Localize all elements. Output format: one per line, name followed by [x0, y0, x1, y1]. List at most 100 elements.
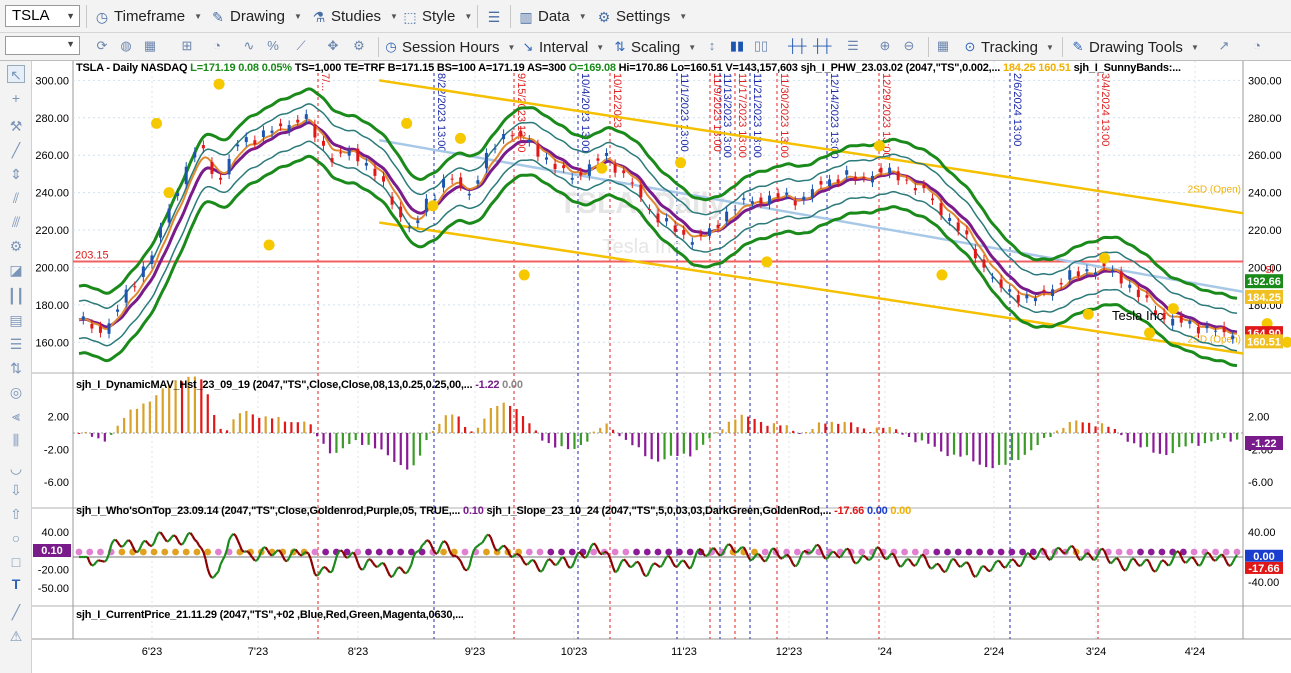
channel-icon[interactable]: ⫽	[7, 189, 25, 207]
chevron-down-icon[interactable]: ▼	[66, 39, 75, 49]
whos-on-top-dot	[375, 548, 383, 556]
chevron-down-icon[interactable]: ▼	[66, 7, 75, 25]
low: Lo=160.51	[670, 62, 723, 74]
candle-body	[442, 178, 446, 188]
histogram-bar	[90, 433, 94, 437]
arrow-up-icon[interactable]: ⇧	[7, 505, 25, 523]
slope-segment	[794, 563, 799, 568]
ellipse-icon[interactable]: ○	[7, 529, 25, 547]
speed-icon[interactable]: ⫷	[7, 407, 25, 425]
timeframe-menu[interactable]: ◷ Timeframe ▼	[94, 4, 202, 29]
text-tool-icon[interactable]: T	[7, 575, 25, 593]
rectangle-icon[interactable]: □	[7, 553, 25, 571]
gear-icon[interactable]: ⚙	[7, 237, 25, 255]
histogram-bar	[1107, 426, 1110, 433]
candle-body	[424, 198, 428, 212]
slope-segment	[1184, 560, 1189, 564]
split-icon[interactable]: ☰	[844, 37, 862, 55]
slope-segment	[959, 564, 964, 568]
whos-on-top-dot	[783, 548, 791, 556]
list-icon[interactable]: ☰	[7, 335, 25, 353]
toolbar-divider	[477, 5, 478, 28]
slope-segment	[1041, 547, 1045, 552]
histogram-bar	[502, 402, 505, 433]
pct-change: 0.05%	[261, 62, 292, 74]
slope-segment	[1139, 562, 1144, 567]
arrow-down-icon[interactable]: ⇩	[7, 481, 25, 499]
histogram-bar	[547, 433, 550, 444]
chart-settings-icon[interactable]: ◔	[1248, 37, 1266, 55]
zoom-in-icon[interactable]: ⊕	[876, 37, 894, 55]
settings-menu[interactable]: ⚙ Settings ▼	[596, 4, 687, 29]
wrench-icon[interactable]: ⚒	[7, 117, 25, 135]
pitchfork-icon[interactable]: ⫻	[7, 213, 25, 231]
zoom-out-icon[interactable]: ⊖	[900, 37, 918, 55]
histogram-bar	[161, 388, 164, 433]
slope-segment	[601, 551, 606, 555]
speedometer-icon[interactable]: ◔	[208, 37, 226, 55]
wave-icon[interactable]: ∿	[240, 37, 258, 55]
pencil-icon: ✎	[212, 8, 224, 25]
candle-body	[862, 177, 866, 179]
alert-icon[interactable]: ⚠	[7, 627, 25, 645]
percent-icon[interactable]: %	[264, 37, 282, 55]
candle-body	[484, 152, 488, 169]
pointer-icon[interactable]: ↖	[7, 65, 25, 83]
bars-icon[interactable]: ┃┃	[7, 287, 25, 305]
drawing-menu[interactable]: ✎ Drawing ▼	[210, 4, 302, 29]
script-icon[interactable]: ⚙	[350, 37, 368, 55]
line-icon[interactable]: ╱	[7, 603, 25, 621]
zoom-table-icon[interactable]: ⊞	[178, 37, 196, 55]
event-label: 10/12/2023	[611, 73, 623, 128]
ruler-icon[interactable]: ◪	[7, 261, 25, 279]
histogram-bar	[496, 405, 499, 433]
symbol-input[interactable]: TSLA ▼	[5, 5, 80, 27]
refresh-icon[interactable]: ⟳	[93, 37, 111, 55]
grid-icon[interactable]: ▦	[141, 37, 159, 55]
interval-menu[interactable]: ↘ Interval ▼	[520, 36, 605, 58]
grid-icon[interactable]: ▤	[7, 311, 25, 329]
hlc-icon[interactable]: ┼┼	[813, 37, 831, 55]
spiral-icon[interactable]: ◎	[7, 383, 25, 401]
trendline-icon[interactable]: ╱	[7, 141, 25, 159]
data-menu[interactable]: ▥ Data ▼	[518, 4, 586, 29]
drawing-tools-menu[interactable]: ✎ Drawing Tools ▼	[1070, 36, 1199, 58]
tracking-menu[interactable]: ⊙ Tracking ▼	[962, 36, 1054, 58]
trendline-icon[interactable]: ↗	[1215, 37, 1233, 55]
studies-menu[interactable]: ⚗ Studies ▼	[311, 4, 398, 29]
histogram-bar	[669, 433, 673, 456]
histogram-bar	[393, 433, 396, 462]
ohlc-icon[interactable]: ┼┼	[788, 37, 806, 55]
pivot-dot	[1099, 252, 1111, 264]
slope-tick-left: -50.00	[38, 583, 69, 595]
histogram-bar	[1158, 433, 1161, 454]
trend-icon[interactable]: ⟋	[292, 37, 310, 55]
chart-area[interactable]: 7/...8/22/2023 13:009/15/2023 13:0010/4/…	[32, 61, 1291, 673]
layout-button[interactable]: ☰	[486, 4, 506, 29]
fib-icon[interactable]: ⇕	[7, 165, 25, 183]
whos-on-top-dot	[665, 548, 673, 556]
session-hours-menu[interactable]: ◷ Session Hours ▼	[383, 36, 515, 58]
whos-on-top-dot	[793, 548, 801, 556]
candlestick-icon[interactable]: ▮▮	[728, 37, 746, 55]
histogram-bar	[959, 433, 962, 457]
table-icon[interactable]: ▦	[934, 37, 952, 55]
palette-icon[interactable]: ◍	[117, 37, 135, 55]
arrows-icon[interactable]: ⇅	[7, 359, 25, 377]
style-menu[interactable]: ⬚ Style ▼	[402, 4, 472, 29]
auto-scale-icon[interactable]: ↕	[703, 37, 721, 55]
bar-chart-icon[interactable]: ▯▯	[752, 37, 770, 55]
crosshair-icon[interactable]: +	[7, 89, 25, 107]
histogram-bar	[592, 431, 595, 433]
slope-segment	[194, 539, 198, 543]
histogram-bar	[817, 422, 821, 433]
scaling-menu[interactable]: ⇅ Scaling ▼	[612, 36, 697, 58]
arc-icon[interactable]: ◡	[7, 459, 25, 477]
tools-icon[interactable]: ✥	[324, 37, 342, 55]
columns-icon[interactable]: ⫼	[7, 431, 25, 449]
watermark-company: Tesla Inc	[603, 236, 682, 258]
candle-body	[630, 182, 634, 184]
histogram-bar	[277, 416, 280, 433]
last-price: L=171.19	[190, 62, 236, 74]
workspace-select[interactable]: ▼	[5, 36, 80, 55]
